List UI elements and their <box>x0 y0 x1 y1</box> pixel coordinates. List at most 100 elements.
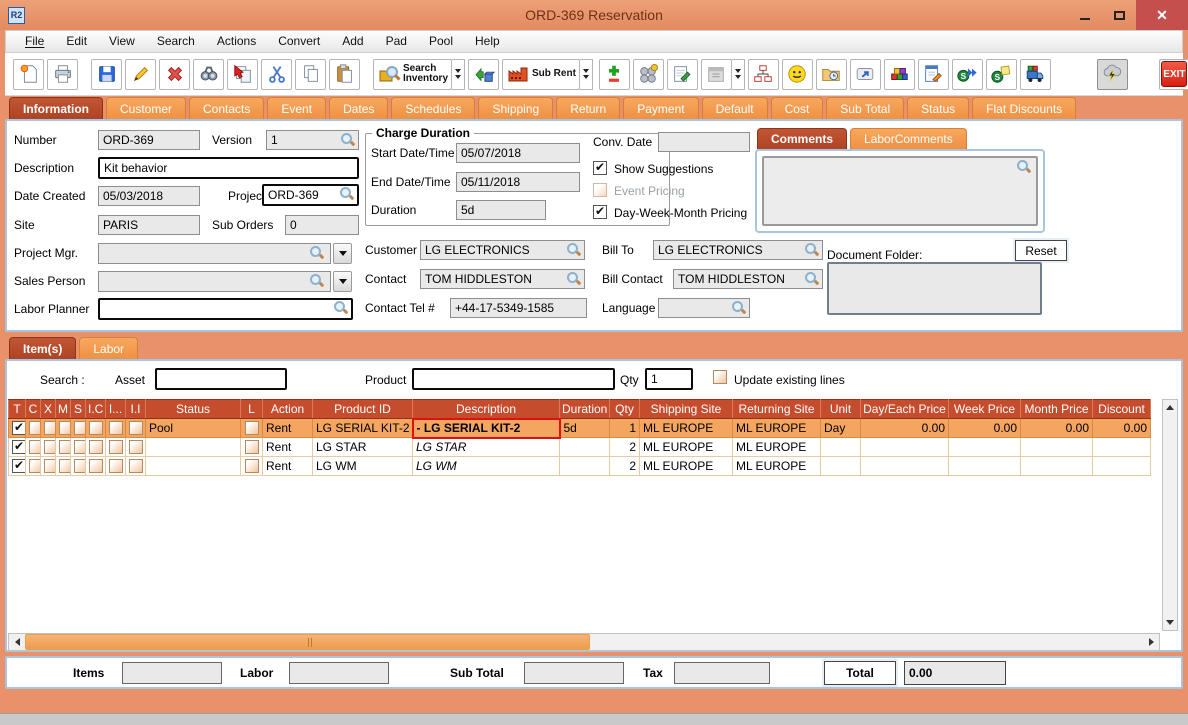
blocks-button[interactable] <box>883 58 915 90</box>
cell-description[interactable]: - LG SERIAL KIT-2 <box>411 417 561 439</box>
row-check-ic[interactable] <box>89 440 103 455</box>
cell-status[interactable] <box>145 437 241 457</box>
col-action[interactable]: Action <box>262 399 313 419</box>
tab-sub-total[interactable]: Sub Total <box>826 97 905 119</box>
col-s[interactable]: S <box>70 399 86 419</box>
cell-description[interactable]: LG WM <box>412 456 560 476</box>
col-qty[interactable]: Qty <box>609 399 640 419</box>
scroll-left-icon[interactable] <box>9 634 25 650</box>
bill-contact-search-icon[interactable] <box>805 272 819 286</box>
row-check-c[interactable] <box>29 440 40 455</box>
customer-search-icon[interactable] <box>567 243 581 257</box>
table-row[interactable]: Pool Rent LG SERIAL KIT-2 - LG SERIAL KI… <box>8 417 1151 439</box>
cell-week-price[interactable] <box>948 456 1021 476</box>
product-input[interactable] <box>412 368 615 390</box>
cell-day-each-price[interactable] <box>860 456 949 476</box>
delete-button[interactable] <box>159 58 190 90</box>
scroll-up-icon[interactable] <box>1163 400 1177 415</box>
cell-returning-site[interactable]: ML EUROPE <box>732 437 821 457</box>
history-folder-button[interactable] <box>815 58 847 90</box>
col-unit[interactable]: Unit <box>820 399 861 419</box>
tab-comments[interactable]: Comments <box>757 128 848 149</box>
menu-edit[interactable]: Edit <box>55 31 98 52</box>
row-check-l[interactable] <box>244 440 259 455</box>
search-inventory-button[interactable]: Search Inventory <box>373 58 453 90</box>
document-edit-button[interactable] <box>917 58 949 90</box>
row-check-x[interactable] <box>44 421 55 436</box>
convert-shapes-button[interactable] <box>468 58 500 90</box>
scroll-right-icon[interactable] <box>1143 634 1159 650</box>
row-check-x[interactable] <box>44 440 55 455</box>
cell-duration[interactable] <box>559 456 610 476</box>
new-button[interactable] <box>13 58 44 90</box>
tab-payment[interactable]: Payment <box>623 97 699 119</box>
number-field[interactable]: ORD-369 <box>98 130 200 150</box>
cell-month-price[interactable] <box>1020 437 1093 457</box>
cell-product-id[interactable]: LG STAR <box>312 437 413 457</box>
contact-field[interactable]: TOM HIDDLESTON <box>420 269 585 289</box>
asset-input[interactable] <box>155 368 287 390</box>
cut-button[interactable] <box>261 58 292 90</box>
tab-labor[interactable]: Labor <box>79 337 139 359</box>
version-search-icon[interactable] <box>341 133 355 147</box>
date-created-field[interactable]: 05/03/2018 <box>98 186 200 206</box>
qty-input[interactable]: 1 <box>645 368 693 390</box>
close-button[interactable]: ✕ <box>1136 0 1188 30</box>
row-check-c[interactable] <box>29 421 40 436</box>
col-ii[interactable]: I.I <box>125 399 146 419</box>
tab-information[interactable]: Information <box>9 97 103 119</box>
conv-date-field[interactable] <box>658 132 750 152</box>
logistics-button[interactable] <box>1019 58 1051 90</box>
save-button[interactable] <box>91 58 122 90</box>
tab-status[interactable]: Status <box>907 97 970 119</box>
col-week-price[interactable]: Week Price <box>948 399 1021 419</box>
status-forward-button[interactable]: S <box>951 58 983 90</box>
table-row[interactable]: Rent LG WM LG WM 2 ML EUROPE ML EUROPE <box>8 456 1151 476</box>
table-row[interactable]: Rent LG STAR LG STAR 2 ML EUROPE ML EURO… <box>8 437 1151 457</box>
maximize-button[interactable] <box>1102 0 1136 30</box>
tab-default[interactable]: Default <box>701 97 768 119</box>
bill-contact-field[interactable]: TOM HIDDLESTON <box>673 269 823 289</box>
paste-button[interactable] <box>329 58 360 90</box>
bill-to-search-icon[interactable] <box>805 243 819 257</box>
comments-search-icon[interactable] <box>1017 160 1031 174</box>
cell-unit[interactable] <box>820 437 861 457</box>
minimize-button[interactable] <box>1068 0 1102 30</box>
col-product-id[interactable]: Product ID <box>312 399 413 419</box>
col-c[interactable]: C <box>25 399 41 419</box>
menu-help[interactable]: Help <box>464 31 511 52</box>
description-field[interactable]: Kit behavior <box>98 157 359 179</box>
col-i-dots[interactable]: I... <box>105 399 126 419</box>
day-week-month-checkbox[interactable] <box>593 204 607 219</box>
project-mgr-dropdown[interactable] <box>333 243 352 264</box>
tab-schedules[interactable]: Schedules <box>391 97 476 119</box>
row-check-ii[interactable] <box>129 459 143 474</box>
site-field[interactable]: PARIS <box>98 215 200 235</box>
structure-button[interactable] <box>747 58 779 90</box>
labor-planner-field[interactable] <box>98 298 353 320</box>
sub-rent-dropdown[interactable] <box>579 58 593 90</box>
row-check-l[interactable] <box>244 459 259 474</box>
cell-week-price[interactable]: 0.00 <box>948 418 1021 438</box>
smiley-button[interactable] <box>781 58 813 90</box>
quick-action-button[interactable] <box>1096 58 1128 90</box>
cell-qty[interactable]: 2 <box>609 456 640 476</box>
row-check-s[interactable] <box>74 421 85 436</box>
cell-action[interactable]: Rent <box>262 456 313 476</box>
print-button[interactable] <box>47 58 78 90</box>
col-returning-site[interactable]: Returning Site <box>732 399 821 419</box>
sub-orders-field[interactable]: 0 <box>285 215 359 235</box>
tab-event[interactable]: Event <box>267 97 327 119</box>
pool-button[interactable] <box>632 58 664 90</box>
project-mgr-search-icon[interactable] <box>310 246 324 260</box>
total-button[interactable]: Total <box>824 661 896 685</box>
col-status[interactable]: Status <box>145 399 241 419</box>
duration-field[interactable]: 5d <box>456 200 546 220</box>
cell-product-id[interactable]: LG SERIAL KIT-2 <box>312 418 413 438</box>
tab-shipping[interactable]: Shipping <box>478 97 554 119</box>
sales-person-dropdown[interactable] <box>333 271 352 292</box>
tab-labor-comments[interactable]: LaborComments <box>850 128 967 149</box>
cell-duration[interactable]: 5d <box>559 418 610 438</box>
reset-button[interactable]: Reset <box>1015 240 1067 261</box>
row-check-t[interactable] <box>12 439 25 455</box>
